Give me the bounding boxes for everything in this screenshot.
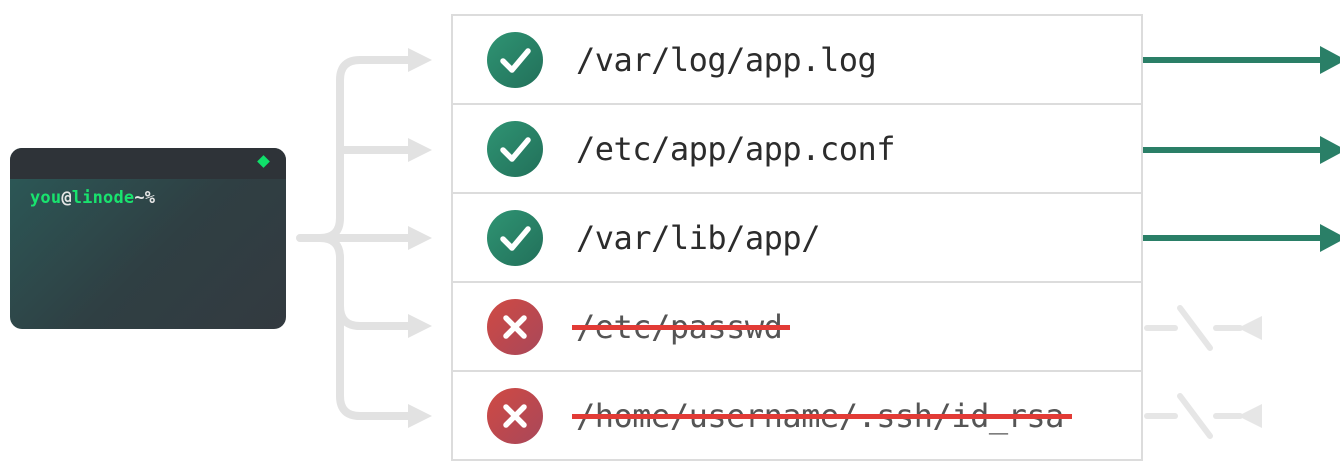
branch-wire-4 <box>316 234 416 330</box>
file-path: /etc/app/app.conf <box>576 130 896 168</box>
output-arrow-2 <box>1320 136 1340 164</box>
check-icon <box>487 210 543 266</box>
prompt-at: @ <box>61 188 72 208</box>
input-arrow-5 <box>408 404 432 428</box>
check-icon <box>487 121 543 177</box>
input-arrow-3 <box>408 226 432 250</box>
file-row: /var/lib/app/ <box>451 192 1143 283</box>
file-row: /home/username/.ssh/id_rsa <box>451 370 1143 461</box>
prompt-user: you <box>30 188 62 208</box>
file-row: /etc/app/app.conf <box>451 103 1143 194</box>
file-row: /var/log/app.log <box>451 14 1143 105</box>
terminal-prompt: you@linode~% <box>30 188 155 208</box>
file-path-denied: /etc/passwd <box>572 308 791 346</box>
blocked-arrow-5 <box>1238 404 1262 428</box>
output-arrow-1 <box>1320 46 1340 74</box>
x-icon <box>487 299 543 355</box>
blocked-arrow-4 <box>1238 316 1262 340</box>
strikethrough-line <box>572 325 791 330</box>
broken-switch-4 <box>1177 305 1213 351</box>
input-arrow-2 <box>408 138 432 162</box>
branch-wire-5 <box>336 296 416 420</box>
file-path: /var/log/app.log <box>576 41 877 79</box>
broken-switch-5 <box>1177 393 1213 439</box>
input-arrow-4 <box>408 314 432 338</box>
input-arrow-1 <box>408 48 432 72</box>
terminal-titlebar <box>10 148 286 179</box>
file-row: /etc/passwd <box>451 281 1143 372</box>
output-arrow-3 <box>1320 224 1340 252</box>
terminal-window: you@linode~% <box>10 148 286 329</box>
prompt-host: linode <box>71 188 135 208</box>
file-path-denied: /home/username/.ssh/id_rsa <box>572 397 1072 435</box>
prompt-suffix: ~% <box>134 188 156 208</box>
file-path: /var/lib/app/ <box>576 219 820 257</box>
check-icon <box>487 32 543 88</box>
file-access-list: /var/log/app.log /etc/app/app.conf /var/… <box>451 14 1143 474</box>
x-icon <box>487 388 543 444</box>
status-led-icon <box>257 155 270 168</box>
strikethrough-line <box>572 414 1072 419</box>
